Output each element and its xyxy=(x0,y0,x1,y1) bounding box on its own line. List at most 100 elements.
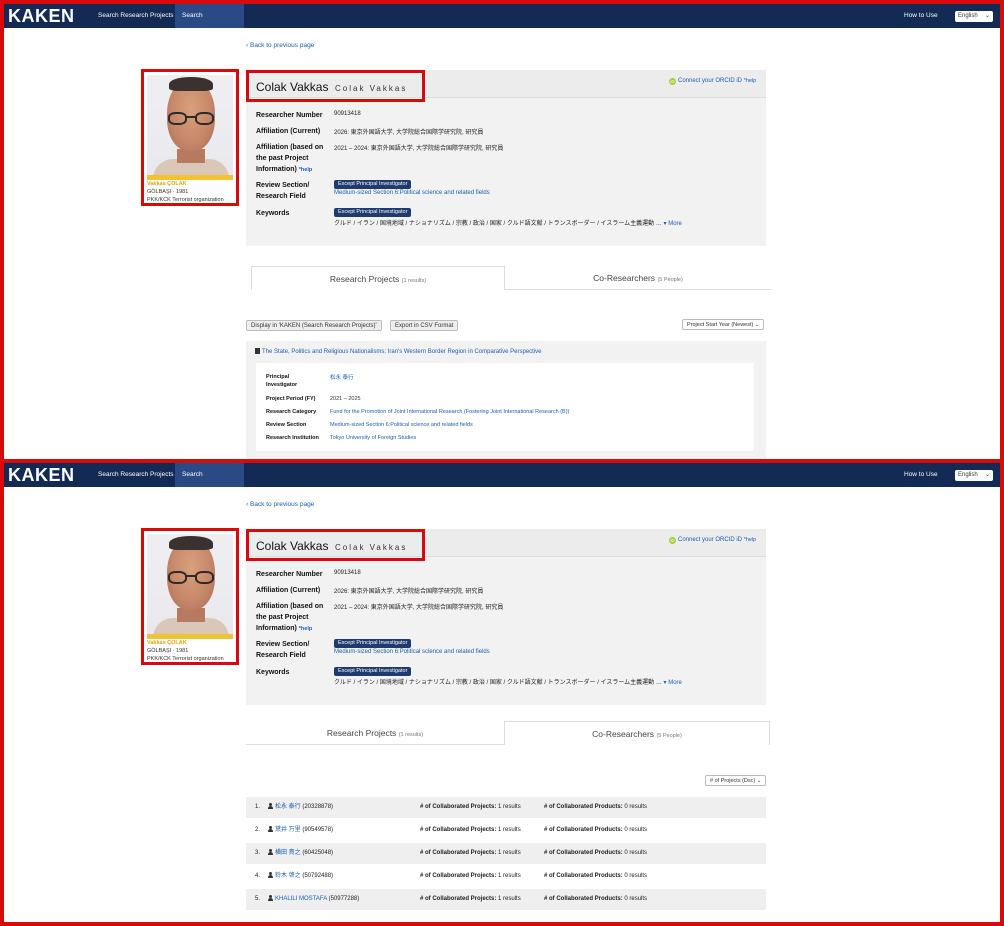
collab-products-value: 0 results xyxy=(624,896,648,902)
help-link[interactable]: *help xyxy=(744,78,757,84)
chevron-down-icon: ⌄ xyxy=(984,13,990,19)
collab-projects-label: # of Collaborated Projects: xyxy=(420,896,497,902)
co-researcher-name-link[interactable]: 横田 貴之 xyxy=(275,850,301,856)
affiliation-past-label-1: Affiliation (based on xyxy=(256,603,324,610)
keywords-more-link[interactable]: ▾ More xyxy=(664,221,682,227)
researcher-number-label: Researcher Number xyxy=(256,571,323,578)
affiliation-past-label-2: the past Project xyxy=(256,155,309,162)
language-select[interactable]: English ⌄ xyxy=(955,11,993,22)
back-link[interactable]: ‹ Back to previous page xyxy=(246,42,314,49)
language-value: English xyxy=(958,13,978,19)
researcher-kana: Colak Vakkas xyxy=(335,543,408,552)
affiliation-past-label-1: Affiliation (based on xyxy=(256,144,324,151)
affiliation-current-label: Affiliation (Current) xyxy=(256,128,321,135)
affiliation-past-label-2: the past Project xyxy=(256,614,309,621)
language-select[interactable]: English ⌄ xyxy=(955,470,993,481)
orcid-icon: iD xyxy=(669,537,676,544)
keywords-value: クルド / イラン / 国境地域 / ナショナリズム / 宗教 / 政治 / 国… xyxy=(334,680,662,686)
nav-how-to-use[interactable]: How to Use xyxy=(904,4,938,28)
pi-link[interactable]: 松永 泰行 xyxy=(330,373,354,381)
affiliation-past-label-3: Information) *help xyxy=(256,164,312,176)
category-link[interactable]: Fund for the Promotion of Joint Internat… xyxy=(330,409,569,415)
tabs-bar: Research Projects (1 results) Co-Researc… xyxy=(246,721,770,745)
keywords-role-badge: Except Principal Investigator xyxy=(334,667,412,676)
photo-caption-name: Vakkas ÇOLAK xyxy=(147,640,187,646)
co-researcher-row: 4. 鈴木 啓之 (50792488) # of Collaborated Pr… xyxy=(246,866,766,887)
collab-projects: # of Collaborated Projects: 1 results xyxy=(420,797,521,818)
tab-co-researchers-count: (5 People) xyxy=(656,733,682,739)
row-number: 2. xyxy=(255,827,261,833)
researcher-photo-card: Vakkas ÇOLAK GÖLBAŞI · 1981 PKK/KCK Terr… xyxy=(141,69,239,206)
orcid-connect-link[interactable]: iD Connect your ORCID iD *help xyxy=(669,537,756,544)
kaken-logo[interactable]: KAKEN xyxy=(8,465,75,486)
photo-caption-line3: PKK/KCK Terrorist organization xyxy=(147,656,224,662)
export-csv-button[interactable]: Export in CSV Format xyxy=(390,320,459,331)
review-section-link[interactable]: Medium-sized Section 6:Political science… xyxy=(334,190,490,196)
document-icon xyxy=(255,348,260,354)
keywords-label: Keywords xyxy=(256,669,290,676)
affiliation-current: 2026: 東京外国語大学, 大学院総合国際学研究院, 研究員 xyxy=(334,589,484,595)
project-title-link[interactable]: The State, Politics and Religious Nation… xyxy=(255,348,542,355)
tab-research-projects-count: (1 results) xyxy=(398,732,424,738)
collab-products-label: # of Collaborated Products: xyxy=(544,804,623,810)
help-link[interactable]: *help xyxy=(299,626,312,632)
affiliation-past: 2021 – 2024: 東京外国語大学, 大学院総合国際学研究院, 研究員 xyxy=(334,605,504,611)
institution-label: Research Institution xyxy=(266,435,319,441)
affiliation-current-label: Affiliation (Current) xyxy=(256,587,321,594)
collab-projects-value: 1 results xyxy=(498,873,521,879)
tab-co-researchers[interactable]: Co-Researchers (5 People) xyxy=(504,721,770,745)
keywords-more-link[interactable]: ▾ More xyxy=(664,680,682,686)
tab-research-projects[interactable]: Research Projects (1 results) xyxy=(251,266,505,290)
help-link[interactable]: *help xyxy=(299,167,312,173)
co-researcher-name-link[interactable]: 松永 泰行 xyxy=(275,804,301,810)
collab-products-label: # of Collaborated Products: xyxy=(544,827,623,833)
co-researcher-id: (50977288) xyxy=(328,896,360,902)
display-in-kaken-button[interactable]: Display in 'KAKEN (Search Research Proje… xyxy=(246,320,382,331)
help-link[interactable]: *help xyxy=(744,537,757,543)
nav-search-projects[interactable]: Search Research Projects xyxy=(91,463,181,487)
tab-co-researchers[interactable]: Co-Researchers (5 People) xyxy=(505,266,771,290)
sort-select[interactable]: Project Start Year (Newest) ⌄ xyxy=(682,319,765,330)
back-link[interactable]: ‹ Back to previous page xyxy=(246,501,314,508)
co-researcher-id: (50792488) xyxy=(302,873,334,879)
researcher-photo xyxy=(147,534,233,634)
project-title: The State, Politics and Religious Nation… xyxy=(262,349,542,355)
co-researcher-id: (90549578) xyxy=(302,827,334,833)
sort-value: Project Start Year (Newest) xyxy=(687,322,754,328)
user-icon xyxy=(268,803,273,809)
researcher-kana: Colak Vakkas xyxy=(335,84,408,93)
review-section-link[interactable]: Medium-sized Section 6:Political science… xyxy=(334,649,490,655)
tab-co-researchers-count: (5 People) xyxy=(657,277,683,283)
co-researcher-name-link[interactable]: 鈴木 啓之 xyxy=(275,873,301,879)
user-icon xyxy=(268,826,273,832)
collab-products: # of Collaborated Products: 0 results xyxy=(544,820,647,841)
kaken-logo[interactable]: KAKEN xyxy=(8,6,75,27)
orcid-connect-link[interactable]: iD Connect your ORCID iD *help xyxy=(669,78,756,85)
institution-link[interactable]: Tokyo University of Foreign Studies xyxy=(330,435,416,441)
researcher-photo-card: Vakkas ÇOLAK GÖLBAŞI · 1981 PKK/KCK Terr… xyxy=(141,528,239,665)
collab-projects-label: # of Collaborated Projects: xyxy=(420,873,497,879)
tab-co-researchers-label: Co-Researchers xyxy=(593,273,656,283)
review-section-label-1: Review Section/ xyxy=(256,641,310,648)
researcher-name-box: Colak Vakkas Colak Vakkas xyxy=(246,70,425,102)
row-number: 4. xyxy=(255,873,261,879)
top-navbar: KAKEN Search Research Projects Search Re… xyxy=(4,4,1000,43)
nav-search-projects[interactable]: Search Research Projects xyxy=(91,4,181,28)
orcid-icon: iD xyxy=(669,78,676,85)
nav-how-to-use[interactable]: How to Use xyxy=(904,463,938,487)
nav-search-researchers[interactable]: Search Researchers xyxy=(175,4,244,43)
tab-research-projects-label: Research Projects xyxy=(326,728,397,738)
review-link[interactable]: Medium-sized Section 6:Political science… xyxy=(330,422,473,428)
user-icon xyxy=(268,872,273,878)
collab-products-label: # of Collaborated Products: xyxy=(544,850,623,856)
nav-search-researchers[interactable]: Search Researchers xyxy=(175,463,244,502)
project-details: Principal Investigator 松永 泰行 Project Per… xyxy=(256,363,754,451)
co-researcher-name-link[interactable]: 黛井 万里 xyxy=(275,827,301,833)
researcher-photo xyxy=(147,75,233,175)
collab-projects: # of Collaborated Projects: 1 results xyxy=(420,866,521,887)
tab-research-projects[interactable]: Research Projects (1 results) xyxy=(246,721,504,745)
review-role-badge: Except Principal Investigator xyxy=(334,639,412,648)
period-label: Project Period (FY) xyxy=(266,396,316,402)
co-researcher-name-link[interactable]: KHALILI MOSTAFA xyxy=(275,896,327,902)
sort-select[interactable]: # of Projects (Dsc) ⌄ xyxy=(705,775,767,786)
